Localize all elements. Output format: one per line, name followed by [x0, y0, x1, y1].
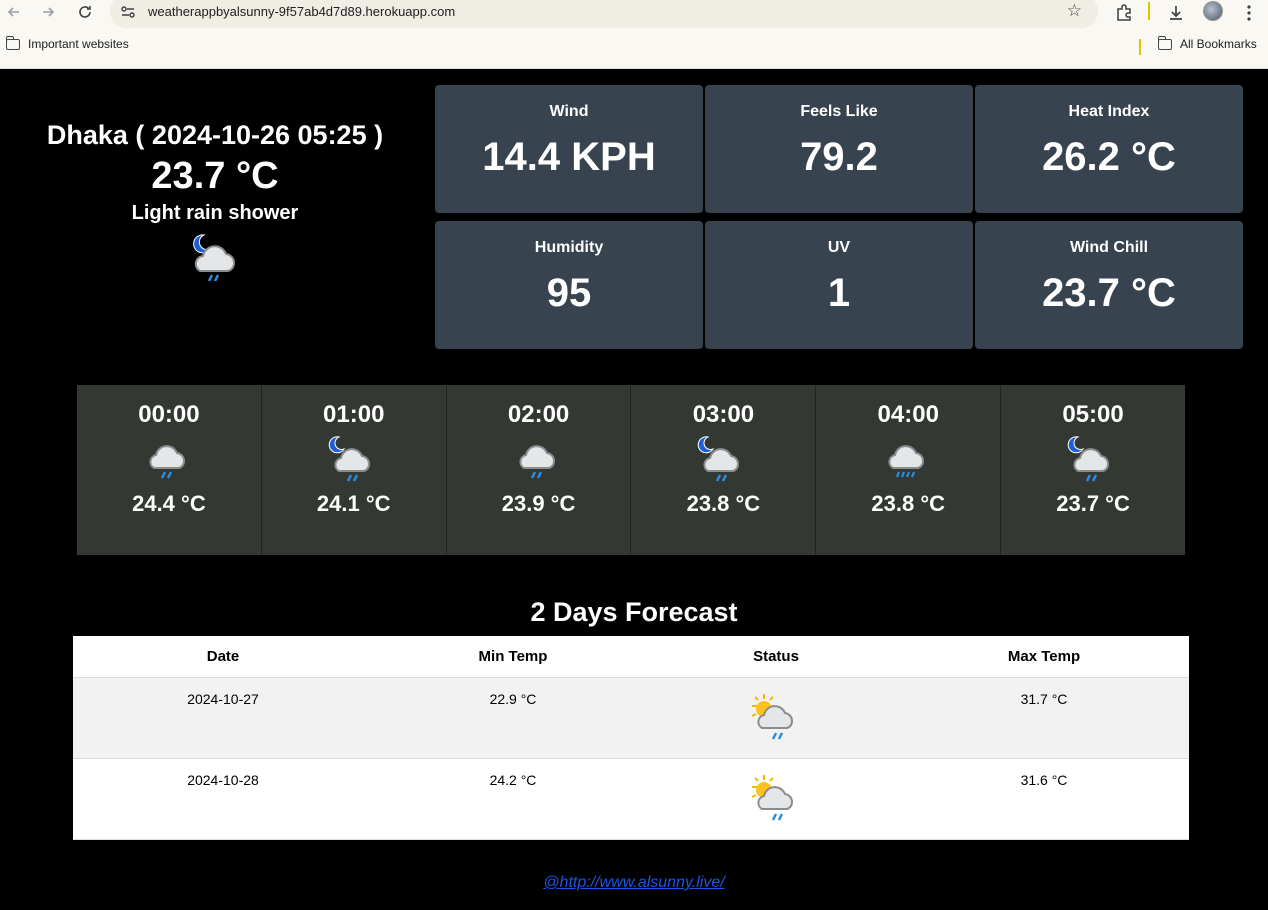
- current-condition: Light rain shower: [131, 202, 299, 224]
- stat-value: 26.2 °C: [1042, 135, 1176, 179]
- row-date: 2024-10-28: [73, 758, 373, 840]
- stat-wind-chill: Wind Chill 23.7 °C: [975, 221, 1243, 349]
- sun-rain-cloud-icon: [751, 774, 794, 821]
- bookmarks-divider: [1139, 39, 1141, 55]
- col-min-temp: Min Temp: [373, 636, 653, 678]
- hourly-item: 02:00 23.9 °C: [447, 385, 632, 555]
- hour-temp: 23.7 °C: [1056, 491, 1130, 516]
- rain-cloud-icon: [519, 445, 555, 479]
- stat-value: 1: [827, 271, 851, 315]
- hourly-forecast: 00:00 24.4 °C 01:00 24.1 °C 02:00 23.9 °…: [77, 385, 1185, 555]
- browser-toolbar: weatherappbyalsunny-9f57ab4d7d89.herokua…: [0, 0, 1268, 28]
- forecast-title: 2 Days Forecast: [530, 597, 738, 627]
- hourly-item: 03:00 23.8 °C: [631, 385, 817, 555]
- hour-time: 04:00: [877, 401, 939, 428]
- hour-temp: 23.8 °C: [871, 491, 946, 516]
- bookmark-label: Important websites: [28, 37, 129, 51]
- folder-icon: [1157, 35, 1172, 50]
- stat-feels-like: Feels Like 79.2: [705, 85, 973, 213]
- rain-cloud-icon: [149, 445, 185, 479]
- stat-value: 79.2: [800, 135, 878, 179]
- stat-wind: Wind 14.4 KPH: [435, 85, 703, 213]
- bookmarks-bar: Important websites All Bookmarks: [0, 35, 1268, 59]
- hourly-item: 01:00 24.1 °C: [262, 385, 447, 555]
- stat-uv: UV 1: [705, 221, 973, 349]
- stat-humidity: Humidity 95: [435, 221, 703, 349]
- hourly-item: 05:00 23.7 °C: [1001, 385, 1185, 555]
- stat-label: UV: [827, 239, 851, 256]
- menu-kebab-icon[interactable]: [1238, 2, 1260, 24]
- bookmark-star-icon[interactable]: ☆: [1067, 1, 1082, 21]
- stats-grid: Wind 14.4 KPH Feels Like 79.2 Heat Index…: [435, 85, 1243, 349]
- heavy-rain-cloud-icon: [888, 445, 925, 478]
- stat-value: 95: [546, 271, 592, 315]
- toolbar-divider: [1148, 2, 1150, 20]
- bookmark-important-websites[interactable]: Important websites: [5, 35, 129, 51]
- forward-icon[interactable]: [37, 1, 59, 23]
- stat-label: Wind Chill: [1069, 239, 1149, 256]
- col-date: Date: [73, 636, 373, 678]
- table-row: 2024-10-27 22.9 °C 31.7 °C: [73, 677, 1189, 759]
- hour-temp: 24.1 °C: [316, 491, 391, 516]
- reload-icon[interactable]: [74, 1, 96, 23]
- stat-label: Feels Like: [800, 103, 878, 120]
- profile-avatar[interactable]: [1203, 1, 1223, 21]
- stat-label: Wind: [549, 103, 589, 120]
- hour-temp: 24.4 °C: [132, 491, 206, 516]
- hourly-item: 00:00 24.4 °C: [77, 385, 262, 555]
- sun-rain-cloud-icon: [751, 693, 794, 740]
- row-status: [653, 758, 899, 840]
- table-header-row: Date Min Temp Status Max Temp: [73, 636, 1189, 678]
- forecast-table: Date Min Temp Status Max Temp 2024-10-27…: [73, 636, 1189, 840]
- city-datetime: Dhaka ( 2024-10-26 05:25 ): [46, 120, 384, 150]
- browser-chrome: weatherappbyalsunny-9f57ab4d7d89.herokua…: [0, 0, 1268, 69]
- back-icon[interactable]: [3, 1, 25, 23]
- hour-time: 00:00: [138, 401, 200, 428]
- row-status: [653, 677, 899, 759]
- stat-value: 23.7 °C: [1042, 271, 1176, 315]
- stat-label: Heat Index: [1068, 103, 1150, 120]
- row-max-temp: 31.6 °C: [899, 758, 1189, 840]
- col-max-temp: Max Temp: [899, 636, 1189, 678]
- download-icon[interactable]: [1165, 2, 1187, 24]
- current-weather: Dhaka ( 2024-10-26 05:25 ) 23.7 °C Light…: [0, 120, 430, 289]
- folder-icon: [5, 35, 20, 50]
- stat-value: 14.4 KPH: [482, 135, 656, 179]
- table-row: 2024-10-28 24.2 °C 31.6 °C: [73, 758, 1189, 840]
- night-rain-cloud-icon: [193, 234, 236, 282]
- current-temp: 23.7 °C: [151, 155, 279, 197]
- hour-time: 02:00: [507, 401, 570, 428]
- all-bookmarks-label: All Bookmarks: [1180, 37, 1257, 51]
- all-bookmarks-button[interactable]: All Bookmarks: [1157, 35, 1257, 51]
- address-bar[interactable]: weatherappbyalsunny-9f57ab4d7d89.herokua…: [110, 0, 1098, 28]
- row-min-temp: 24.2 °C: [373, 758, 653, 840]
- stat-label: Humidity: [534, 239, 604, 256]
- weather-app: Dhaka ( 2024-10-26 05:25 ) 23.7 °C Light…: [0, 70, 1268, 910]
- night-rain-cloud-icon: [1067, 436, 1110, 482]
- night-rain-cloud-icon: [328, 436, 370, 482]
- row-min-temp: 22.9 °C: [373, 677, 653, 759]
- col-status: Status: [653, 636, 899, 678]
- hour-temp: 23.9 °C: [501, 491, 576, 516]
- hour-time: 05:00: [1062, 401, 1124, 428]
- row-max-temp: 31.7 °C: [899, 677, 1189, 759]
- night-rain-cloud-icon: [698, 436, 740, 482]
- hour-temp: 23.8 °C: [686, 491, 761, 516]
- row-date: 2024-10-27: [73, 677, 373, 759]
- stat-heat-index: Heat Index 26.2 °C: [975, 85, 1243, 213]
- extensions-icon[interactable]: [1113, 2, 1135, 24]
- hour-time: 01:00: [323, 401, 385, 428]
- footer-link[interactable]: @http://www.alsunny.live/: [0, 874, 1268, 892]
- url-text[interactable]: weatherappbyalsunny-9f57ab4d7d89.herokua…: [148, 4, 455, 19]
- site-info-icon[interactable]: [120, 4, 136, 20]
- hour-time: 03:00: [692, 401, 755, 428]
- hourly-item: 04:00 23.8 °C: [816, 385, 1002, 555]
